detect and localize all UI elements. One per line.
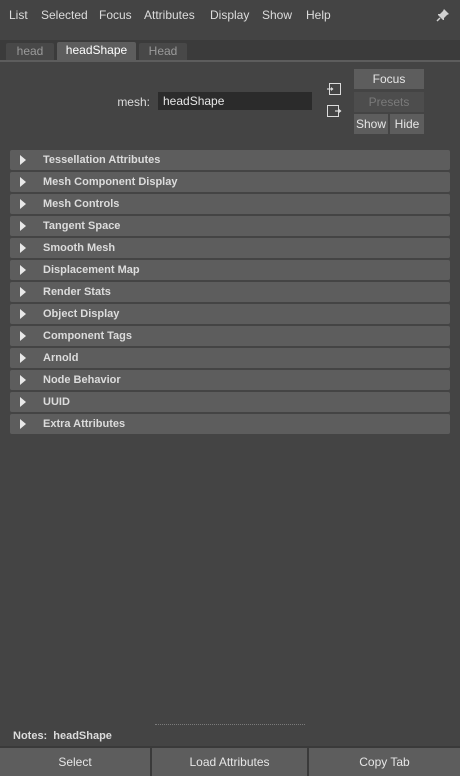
notes-label: Notes:: [13, 730, 48, 742]
section-label: Tessellation Attributes: [43, 154, 161, 166]
section-label: Object Display: [43, 308, 120, 320]
notes-header: Notes: headShape: [13, 730, 112, 742]
select-button[interactable]: Select: [0, 748, 150, 776]
menu-show[interactable]: Show: [262, 8, 292, 22]
tab-head-shading[interactable]: Head: [139, 43, 187, 60]
menu-focus[interactable]: Focus: [99, 8, 132, 22]
menu-help[interactable]: Help: [306, 8, 331, 22]
section-extra-attributes[interactable]: Extra Attributes: [10, 414, 450, 434]
section-displacement-map[interactable]: Displacement Map: [10, 260, 450, 280]
expand-arrow-icon: [20, 265, 26, 275]
node-name-field[interactable]: [158, 92, 312, 110]
menu-attributes[interactable]: Attributes: [144, 8, 195, 22]
section-render-stats[interactable]: Render Stats: [10, 282, 450, 302]
expand-arrow-icon: [20, 397, 26, 407]
section-label: Component Tags: [43, 330, 133, 342]
section-arnold[interactable]: Arnold: [10, 348, 450, 368]
expand-arrow-icon: [20, 331, 26, 341]
section-label: Arnold: [43, 352, 79, 364]
section-tangent-space[interactable]: Tangent Space: [10, 216, 450, 236]
node-type-label: mesh:: [117, 95, 150, 109]
section-label: Mesh Component Display: [43, 176, 178, 188]
section-label: Mesh Controls: [43, 198, 120, 210]
section-label: Node Behavior: [43, 374, 121, 386]
tab-headshape[interactable]: headShape: [57, 42, 136, 60]
copy-tab-button[interactable]: Copy Tab: [309, 748, 460, 776]
load-attributes-button[interactable]: Load Attributes: [152, 748, 307, 776]
tab-head[interactable]: head: [6, 43, 54, 60]
node-tab-strip: head headShape Head: [0, 40, 460, 62]
show-button[interactable]: Show: [354, 114, 388, 134]
section-smooth-mesh[interactable]: Smooth Mesh: [10, 238, 450, 258]
focus-button[interactable]: Focus: [354, 69, 424, 89]
expand-arrow-icon: [20, 243, 26, 253]
input-connections-icon[interactable]: [326, 82, 342, 96]
section-node-behavior[interactable]: Node Behavior: [10, 370, 450, 390]
section-component-tags[interactable]: Component Tags: [10, 326, 450, 346]
output-connections-icon[interactable]: [326, 104, 342, 118]
section-mesh-controls[interactable]: Mesh Controls: [10, 194, 450, 214]
section-label: Smooth Mesh: [43, 242, 116, 254]
section-label: UUID: [43, 396, 70, 408]
section-label: Render Stats: [43, 286, 111, 298]
section-label: Extra Attributes: [43, 418, 126, 430]
notes-node-name: headShape: [53, 730, 112, 742]
section-tessellation-attributes[interactable]: Tessellation Attributes: [10, 150, 450, 170]
menu-bar: List Selected Focus Attributes Display S…: [0, 0, 460, 30]
section-label: Tangent Space: [43, 220, 121, 232]
section-object-display[interactable]: Object Display: [10, 304, 450, 324]
section-label: Displacement Map: [43, 264, 140, 276]
attribute-sections: Tessellation Attributes Mesh Component D…: [10, 150, 450, 436]
expand-arrow-icon: [20, 353, 26, 363]
expand-arrow-icon: [20, 177, 26, 187]
section-mesh-component-display[interactable]: Mesh Component Display: [10, 172, 450, 192]
bottom-button-bar: Select Load Attributes Copy Tab: [0, 746, 460, 776]
menu-list[interactable]: List: [9, 8, 28, 22]
expand-arrow-icon: [20, 199, 26, 209]
expand-arrow-icon: [20, 221, 26, 231]
expand-arrow-icon: [20, 155, 26, 165]
expand-arrow-icon: [20, 309, 26, 319]
menu-display[interactable]: Display: [210, 8, 249, 22]
pin-icon[interactable]: [436, 8, 450, 22]
expand-arrow-icon: [20, 375, 26, 385]
hide-button[interactable]: Hide: [390, 114, 424, 134]
expand-arrow-icon: [20, 287, 26, 297]
menu-selected[interactable]: Selected: [41, 8, 88, 22]
expand-arrow-icon: [20, 419, 26, 429]
notes-resize-handle[interactable]: [155, 724, 305, 725]
section-uuid[interactable]: UUID: [10, 392, 450, 412]
presets-button[interactable]: Presets: [354, 92, 424, 112]
